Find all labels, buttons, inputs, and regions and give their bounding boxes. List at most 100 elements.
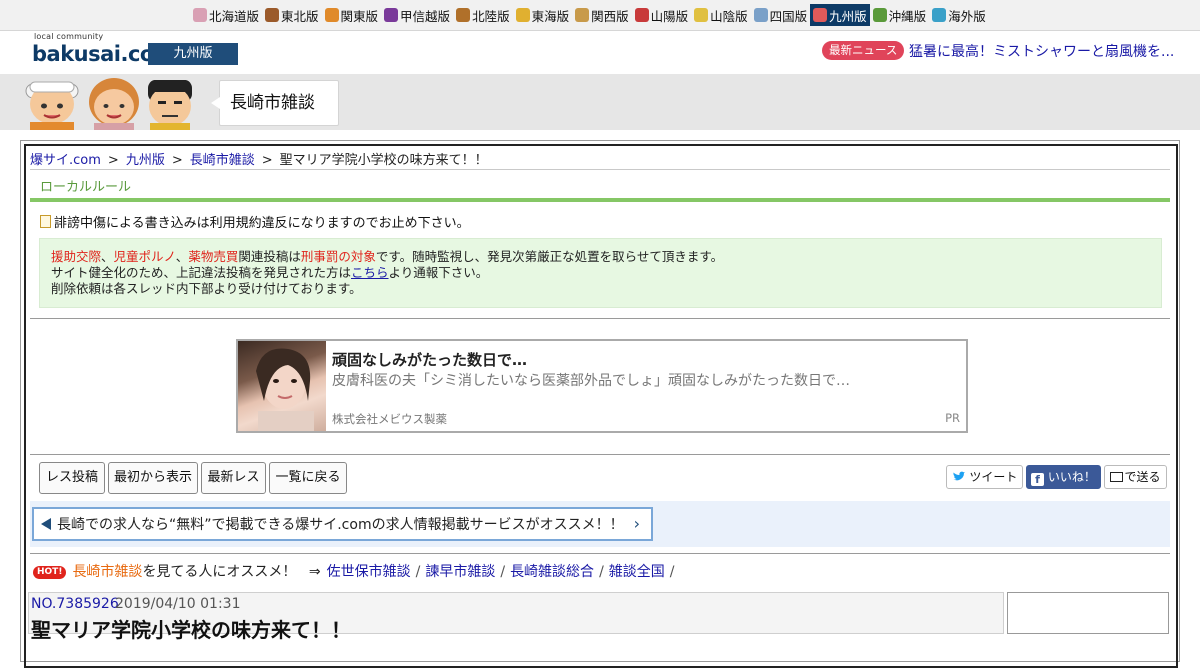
latest-replies-button[interactable]: 最新レス: [201, 462, 266, 494]
illegal-posts-warning: 援助交際、児童ポルノ、薬物売買関連投稿は刑事罰の対象です。随時監視し、発見次第厳…: [39, 238, 1162, 308]
region-tab-11[interactable]: 沖縄版: [870, 4, 930, 26]
region-mascot-icon: [515, 8, 530, 22]
warning-text-1: 関連投稿は: [238, 249, 301, 264]
facebook-like-button[interactable]: f いいね！: [1026, 465, 1101, 489]
warning-line-2: サイト健全化のため、上記違法投稿を発見された方はこちらより通報下さい。: [51, 265, 1161, 281]
breadcrumb-home[interactable]: 爆サイ.com: [30, 153, 101, 168]
document-icon: [40, 215, 51, 228]
local-rules-title: ローカルルール: [40, 180, 132, 195]
recommended-link-nagasaki-general[interactable]: 長崎雑談総合: [510, 564, 594, 580]
warning-comma: 、: [175, 249, 189, 264]
send-button[interactable]: で送る: [1104, 465, 1167, 489]
defamation-notice: 誹謗中傷による書き込みは利用規約違反になりますのでお止め下さい。: [40, 212, 470, 231]
region-tab-4[interactable]: 北陸版: [453, 4, 513, 26]
region-tab-label: 北陸版: [472, 8, 510, 24]
region-tab-9[interactable]: 四国版: [751, 4, 811, 26]
region-tab-label: 関西版: [591, 8, 629, 24]
recommended-source-forum[interactable]: 長崎市雑談: [72, 564, 142, 580]
megaphone-icon: [41, 518, 51, 530]
report-text: サイト健全化のため、上記違法投稿を発見された方は: [51, 265, 352, 280]
tweet-label: ツイート: [969, 470, 1018, 484]
ad-thumbnail-image[interactable]: [238, 341, 326, 431]
breadcrumb-current-thread: 聖マリア学院小学校の味方来て！！: [279, 153, 488, 168]
forum-name-bubble: 長崎市雑談: [211, 80, 339, 126]
ad-portrait-illustration: [256, 348, 314, 431]
breadcrumb-separator: >: [171, 153, 183, 168]
twitter-bird-icon: [952, 471, 965, 481]
job-promo-link[interactable]: 長崎での求人なら“無料”で掲載できる爆サイ.comの求人情報掲載サービスがオスス…: [32, 507, 653, 541]
show-from-start-button[interactable]: 最初から表示: [108, 462, 198, 494]
region-mascot-icon: [324, 8, 339, 22]
region-tab-7[interactable]: 山陽版: [632, 4, 692, 26]
arrow-icon: ⇒: [308, 564, 321, 580]
breadcrumb: 爆サイ.com > 九州版 > 長崎市雑談 > 聖マリア学院小学校の味方来て！！: [30, 149, 488, 168]
send-label: で送る: [1124, 470, 1161, 484]
region-tab-label: 山陽版: [650, 8, 689, 24]
warning-line-1: 援助交際、児童ポルノ、薬物売買関連投稿は刑事罰の対象です。随時監視し、発見次第厳…: [51, 249, 1161, 265]
region-mascot-icon: [193, 8, 207, 22]
facebook-icon: f: [1031, 473, 1045, 486]
region-tab-3[interactable]: 甲信越版: [381, 4, 453, 26]
sidebar-box: [1007, 592, 1169, 634]
region-mascot-icon: [456, 8, 471, 22]
hot-badge: HOT!: [33, 566, 67, 579]
region-tab-label: 北海道版: [209, 8, 260, 24]
link-separator: /: [500, 564, 506, 580]
breadcrumb-separator: >: [107, 153, 119, 168]
mascot-faces-illustration: [25, 78, 192, 130]
divider: [30, 553, 1170, 554]
region-mascot-icon: [813, 8, 828, 22]
region-tab-label: 九州版: [829, 8, 867, 24]
chevron-right-icon: ›: [633, 514, 640, 533]
region-tab-1[interactable]: 東北版: [262, 4, 322, 26]
latest-news-badge: 最新ニュース: [822, 41, 905, 60]
breadcrumb-forum[interactable]: 長崎市雑談: [190, 153, 255, 168]
region-tab-label: 関東版: [340, 8, 379, 24]
region-tab-8[interactable]: 山陰版: [691, 4, 751, 26]
report-link[interactable]: こちら: [351, 265, 389, 280]
post-number[interactable]: NO.7385926: [31, 596, 119, 612]
region-tab-label: 沖縄版: [888, 8, 927, 24]
region-mascot-icon: [753, 8, 768, 22]
region-mascot-icon: [872, 8, 887, 22]
tweet-button[interactable]: ツイート: [946, 465, 1023, 489]
region-tab-2[interactable]: 関東版: [322, 4, 382, 26]
recommended-link-isahaya[interactable]: 諫早市雑談: [425, 564, 495, 580]
region-mascot-icon: [694, 8, 709, 22]
like-label: いいね！: [1047, 470, 1096, 484]
ad-description[interactable]: 皮膚科医の夫「シミ消したいなら医薬部外品でしょ」頑固なしみがたった数日で…: [332, 370, 850, 390]
region-tab-0[interactable]: 北海道版: [190, 4, 262, 26]
region-mascot-icon: [634, 8, 649, 22]
region-tab-5[interactable]: 東海版: [513, 4, 573, 26]
site-header: local community bakusai.com 九州版 最新ニュース 猛…: [0, 31, 1200, 74]
recommended-link-sasebo[interactable]: 佐世保市雑談: [327, 564, 411, 580]
region-mascot-icon: [265, 8, 280, 22]
warning-term-2: 児童ポルノ: [113, 249, 176, 264]
back-to-list-button[interactable]: 一覧に戻る: [269, 462, 347, 494]
post-reply-button[interactable]: レス投稿: [39, 462, 105, 494]
thread-title: 聖マリア学院小学校の味方来て！！: [31, 618, 351, 642]
warning-criminal-term: 刑事罰の対象: [300, 249, 376, 264]
region-tab-6[interactable]: 関西版: [572, 4, 632, 26]
job-promo-text: 長崎での求人なら“無料”で掲載できる爆サイ.comの求人情報掲載サービスがオスス…: [57, 517, 624, 533]
latest-news-link[interactable]: 猛暑に最高！ミストシャワーと扇風機を...: [909, 41, 1174, 61]
sponsored-ad[interactable]: 頑固なしみがたった数日で… 皮膚科医の夫「シミ消したいなら医薬部外品でしょ」頑固…: [236, 339, 968, 433]
ad-sponsor: 株式会社メビウス製薬: [332, 412, 447, 426]
post-date: 2019/04/10 01:31: [115, 596, 241, 612]
region-mascot-icon: [384, 8, 399, 22]
logo-tagline: local community: [34, 32, 104, 41]
recommended-text: を見てる人にオススメ！: [142, 564, 297, 580]
breadcrumb-edition[interactable]: 九州版: [126, 153, 165, 168]
recommended-forums: HOT! 長崎市雑談を見てる人にオススメ！ ⇒ 佐世保市雑談 / 諫早市雑談 / 長崎雑談総…: [33, 561, 680, 581]
divider: [30, 318, 1170, 319]
region-tab-10[interactable]: 九州版: [810, 4, 870, 26]
region-tab-12[interactable]: 海外版: [929, 4, 989, 26]
region-nav-bar: 北海道版 東北版 関東版 甲信越版 北陸版 東海版 関西版 山陽版 山陰版 四国版 九州版 沖縄版 海外…: [0, 0, 1200, 31]
region-list: 北海道版 東北版 関東版 甲信越版 北陸版 東海版 関西版 山陽版 山陰版 四国版 九州版 沖縄版 海外…: [190, 4, 989, 26]
thread-first-post: NO.7385926 2019/04/10 01:31 聖マリア学院小学校の味方…: [28, 592, 1004, 642]
recommended-link-national[interactable]: 雑談全国: [609, 564, 665, 580]
deletion-request-text: 削除依頼は各スレッド内下部より受け付けております。: [51, 281, 362, 296]
edition-badge[interactable]: 九州版: [148, 43, 238, 65]
defamation-notice-text: 誹謗中傷による書き込みは利用規約違反になりますのでお止め下さい。: [54, 216, 470, 231]
ad-title[interactable]: 頑固なしみがたった数日で…: [332, 349, 527, 370]
